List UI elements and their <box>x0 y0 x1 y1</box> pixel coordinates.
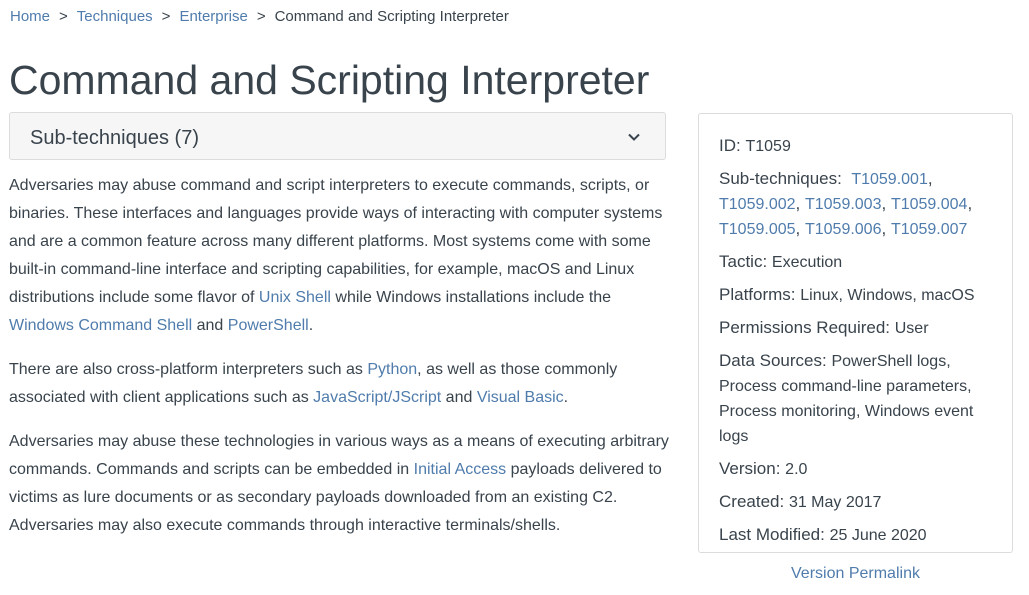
breadcrumb-techniques-link[interactable]: Techniques <box>77 8 153 25</box>
breadcrumb-separator: > <box>59 8 68 25</box>
info-permissions-label: Permissions Required: <box>719 318 891 337</box>
description-text: while Windows installations include the <box>330 289 612 306</box>
info-created-value: 31 May 2017 <box>788 494 882 511</box>
info-data-sources: Data Sources: PowerShell logs, Process c… <box>719 349 998 449</box>
info-version-value: 2.0 <box>785 461 808 478</box>
subtechnique-link[interactable]: T1059.005 <box>719 221 796 238</box>
subtechnique-link[interactable]: T1059.006 <box>805 221 882 238</box>
info-created-label: Created: <box>719 492 785 511</box>
description-text: and <box>441 389 477 406</box>
info-subtechniques-label: Sub-techniques: <box>719 169 842 188</box>
initial-access-link[interactable]: Initial Access <box>414 461 506 478</box>
breadcrumb-current: Command and Scripting Interpreter <box>274 8 509 25</box>
breadcrumb: Home > Techniques > Enterprise > Command and S… <box>10 8 509 26</box>
info-permissions: Permissions Required: User <box>719 316 998 341</box>
info-last-modified: Last Modified: 25 June 2020 <box>719 523 998 548</box>
subtechniques-toggle[interactable]: Sub-techniques (7) <box>9 112 666 160</box>
chevron-down-icon <box>628 133 640 141</box>
unix-shell-link[interactable]: Unix Shell <box>259 289 331 306</box>
technique-info-card: ID: T1059 Sub-techniques: T1059.001, T10… <box>698 113 1013 553</box>
info-id-label: ID: <box>719 136 741 155</box>
description-text: There are also cross-platform interprete… <box>9 361 368 378</box>
javascript-jscript-link[interactable]: JavaScript/JScript <box>313 389 441 406</box>
info-last-modified-label: Last Modified: <box>719 525 825 544</box>
version-permalink-link[interactable]: Version Permalink <box>698 564 1013 584</box>
description-text: and <box>192 317 228 334</box>
description-text: Adversaries may abuse command and script… <box>9 177 663 306</box>
info-platforms: Platforms: Linux, Windows, macOS <box>719 283 998 308</box>
info-platforms-value: Linux, Windows, macOS <box>800 287 975 304</box>
info-version: Version: 2.0 <box>719 457 998 482</box>
info-subtechniques: Sub-techniques: T1059.001, T1059.002, T1… <box>719 169 973 238</box>
info-data-sources-label: Data Sources: <box>719 351 827 370</box>
subtechnique-link[interactable]: T1059.007 <box>891 221 968 238</box>
info-last-modified-value: 25 June 2020 <box>829 527 927 544</box>
visual-basic-link[interactable]: Visual Basic <box>477 389 564 406</box>
description-paragraph: There are also cross-platform interprete… <box>9 356 674 412</box>
description-paragraph: Adversaries may abuse command and script… <box>9 172 674 340</box>
powershell-link[interactable]: PowerShell <box>228 317 309 334</box>
subtechnique-link[interactable]: T1059.003 <box>805 196 882 213</box>
breadcrumb-separator: > <box>161 8 171 25</box>
info-id: ID: T1059 <box>719 134 998 159</box>
description-text: . <box>563 389 569 406</box>
info-tactic: Tactic: Execution <box>719 250 998 275</box>
breadcrumb-home-link[interactable]: Home <box>10 8 50 25</box>
description-paragraph: Adversaries may abuse these technologies… <box>9 428 674 540</box>
info-version-label: Version: <box>719 459 781 478</box>
breadcrumb-separator: > <box>256 8 266 25</box>
info-id-value: T1059 <box>745 138 791 155</box>
page-title: Command and Scripting Interpreter <box>9 57 650 103</box>
info-tactic-label: Tactic: <box>719 252 768 271</box>
windows-command-shell-link[interactable]: Windows Command Shell <box>9 317 192 334</box>
subtechniques-label: Sub-techniques (7) <box>30 127 199 149</box>
subtechnique-link[interactable]: T1059.002 <box>719 196 796 213</box>
breadcrumb-enterprise-link[interactable]: Enterprise <box>179 8 247 25</box>
technique-description: Adversaries may abuse command and script… <box>9 172 674 556</box>
python-link[interactable]: Python <box>367 361 417 378</box>
info-created: Created: 31 May 2017 <box>719 490 998 515</box>
description-text: . <box>308 317 314 334</box>
info-permissions-value: User <box>894 320 929 337</box>
info-platforms-label: Platforms: <box>719 285 796 304</box>
subtechnique-link[interactable]: T1059.004 <box>891 196 968 213</box>
info-tactic-value: Execution <box>771 254 843 271</box>
subtechnique-link[interactable]: T1059.001 <box>851 171 928 188</box>
